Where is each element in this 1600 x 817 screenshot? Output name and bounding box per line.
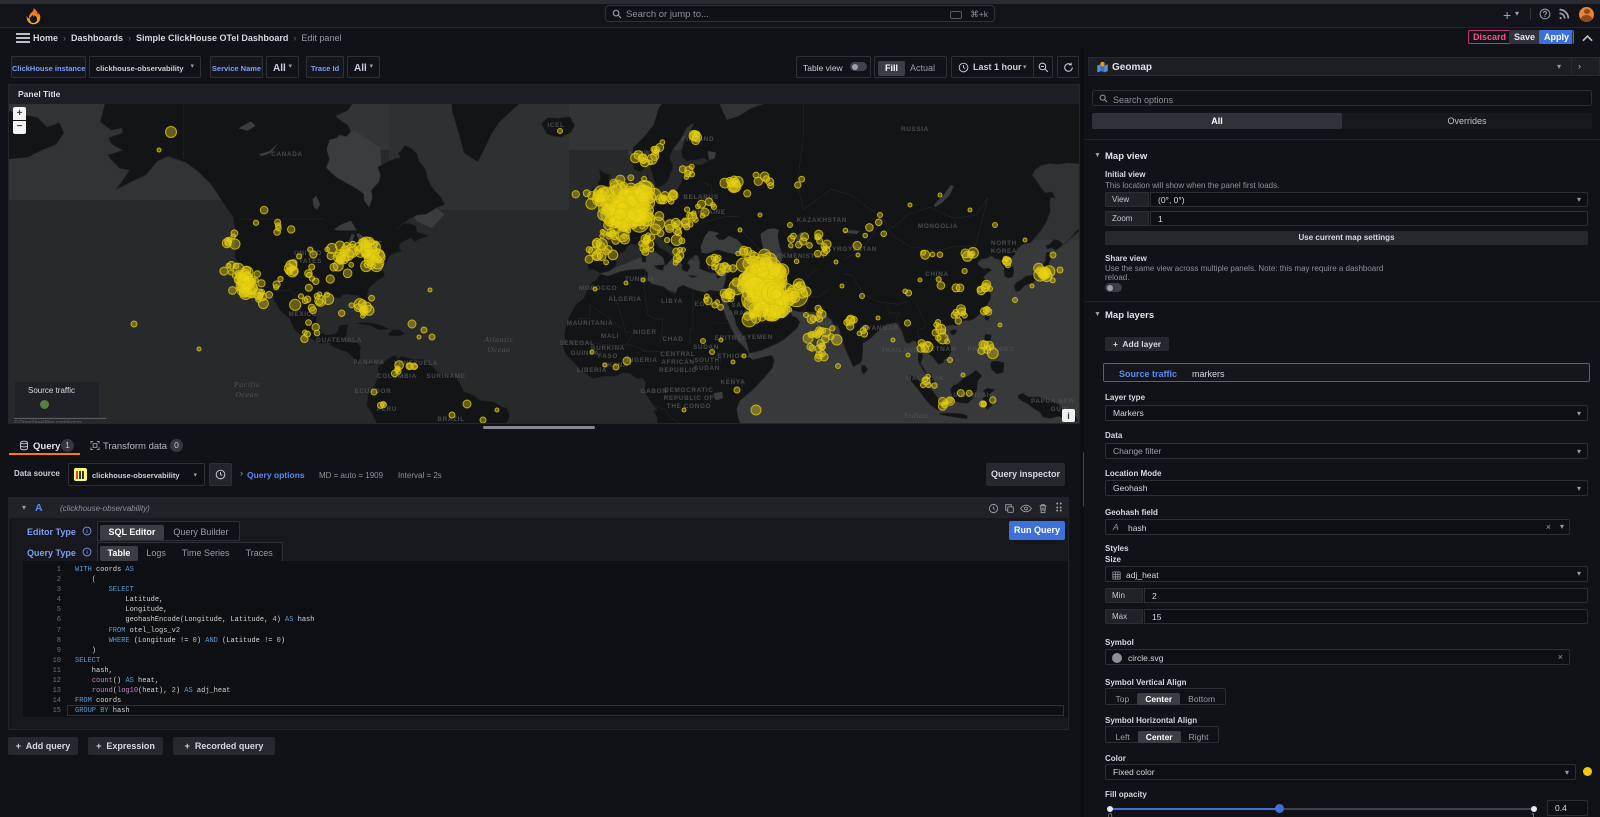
svg-text:REPUBLIC OF: REPUBLIC OF	[664, 395, 714, 402]
svg-text:MALI: MALI	[601, 333, 619, 340]
svg-text:REPUBLIC: REPUBLIC	[659, 367, 697, 374]
svg-text:SURINAME: SURINAME	[426, 373, 465, 380]
svg-text:MAURITANIA: MAURITANIA	[567, 320, 613, 327]
svg-text:MOROCCO: MOROCCO	[579, 285, 617, 292]
svg-text:AFRICAN: AFRICAN	[661, 359, 694, 366]
svg-text:ICEL: ICEL	[547, 122, 564, 129]
svg-text:NIGER: NIGER	[633, 329, 656, 336]
svg-text:GUINEA: GUINEA	[571, 350, 600, 357]
svg-text:ETHIOPIA: ETHIOPIA	[717, 353, 752, 360]
svg-text:SENEGAL: SENEGAL	[559, 340, 594, 347]
svg-text:SUDAN: SUDAN	[693, 344, 719, 351]
svg-text:LIBYA: LIBYA	[661, 298, 683, 305]
svg-text:TUNISIA: TUNISIA	[625, 276, 655, 283]
svg-text:LIBERIA: LIBERIA	[577, 367, 607, 374]
svg-text:DEMOCRATIC: DEMOCRATIC	[664, 387, 713, 394]
svg-text:FASO: FASO	[598, 353, 618, 360]
svg-text:Ocean: Ocean	[487, 345, 510, 354]
svg-text:Indian: Indian	[903, 411, 928, 420]
svg-text:KYRGYZSTAN: KYRGYZSTAN	[827, 246, 877, 253]
svg-text:CANADA: CANADA	[271, 151, 303, 158]
svg-text:Ocean: Ocean	[235, 390, 258, 399]
svg-text:CHAD: CHAD	[663, 336, 684, 343]
svg-text:ALGERIA: ALGERIA	[608, 296, 641, 303]
svg-text:PANAMA: PANAMA	[353, 359, 384, 366]
svg-text:MONGOLIA: MONGOLIA	[918, 223, 958, 230]
svg-text:THE CONGO: THE CONGO	[667, 403, 711, 410]
svg-text:KAZAKHSTAN: KAZAKHSTAN	[797, 217, 847, 224]
svg-text:Atlantic: Atlantic	[483, 335, 514, 344]
svg-text:GUATEMALA: GUATEMALA	[316, 337, 362, 344]
svg-text:CENTRAL: CENTRAL	[661, 351, 696, 358]
svg-text:SOUTH: SOUTH	[694, 357, 720, 364]
svg-text:RUSSIA: RUSSIA	[901, 126, 929, 133]
svg-text:SUDAN: SUDAN	[694, 365, 720, 372]
svg-text:THAILAND: THAILAND	[881, 347, 919, 354]
svg-text:Pacific: Pacific	[233, 380, 260, 389]
svg-text:KENYA: KENYA	[721, 379, 746, 386]
svg-text:NORTH: NORTH	[991, 240, 1017, 247]
svg-text:YEMEN: YEMEN	[747, 334, 773, 341]
svg-text:KOREA: KOREA	[991, 248, 1017, 255]
svg-text:PAPUA NEW: PAPUA NEW	[1031, 398, 1075, 405]
